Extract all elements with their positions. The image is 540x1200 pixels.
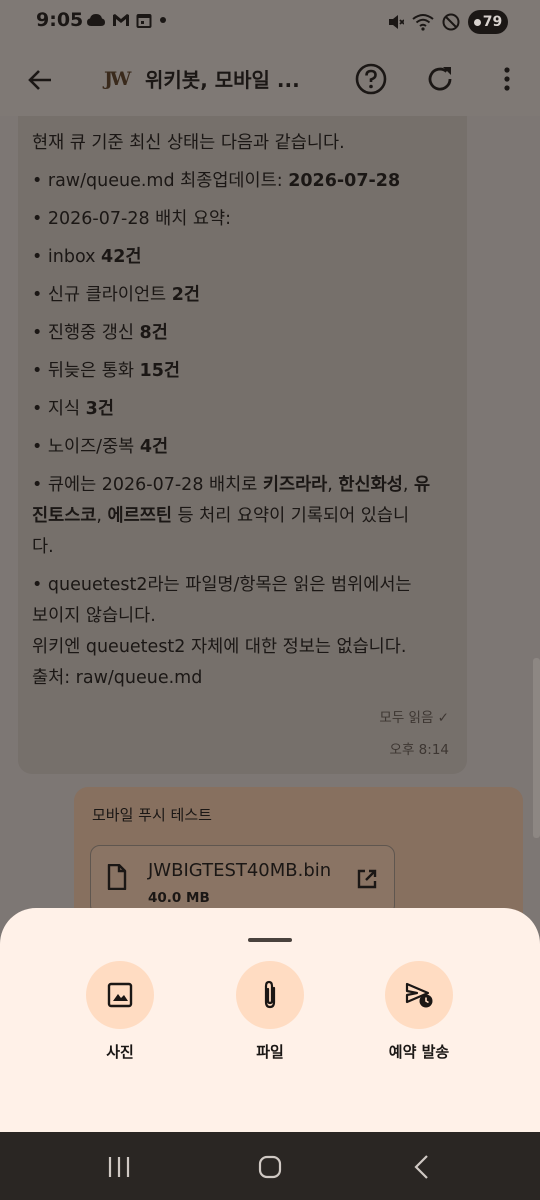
updated-prefix: • raw/queue.md 최종업데이트: <box>32 171 289 191</box>
system-back-button[interactable] <box>407 1152 437 1182</box>
home-button[interactable] <box>255 1152 285 1182</box>
paperclip-icon <box>264 980 276 1009</box>
file-button[interactable]: 파일 <box>220 961 320 1071</box>
help-circle-icon <box>355 63 387 95</box>
read-status: 모두 읽음 ✓ <box>379 710 449 726</box>
back-icon <box>414 1155 428 1179</box>
schedule-send-button[interactable]: 예약 발송 <box>369 961 469 1071</box>
help-button[interactable] <box>354 62 388 96</box>
summary-item: • 노이즈/중복 4건 <box>32 437 169 457</box>
open-external-icon[interactable] <box>356 868 378 890</box>
app-bar: JW 위키봇, 모바일 ... <box>0 44 540 116</box>
queuetest-line-1: • queuetest2라는 파일명/항목은 읽은 범위에서는 <box>32 575 412 595</box>
updated-date: 2026-07-28 <box>288 171 401 191</box>
status-time: 9:05 <box>36 9 84 31</box>
gmail-icon <box>113 14 129 26</box>
more-vertical-icon <box>504 67 510 91</box>
photo-button-circle[interactable] <box>86 961 154 1029</box>
message-batch-summary: • 2026-07-28 배치 요약: <box>32 209 232 229</box>
recent-apps-icon <box>108 1157 130 1177</box>
home-icon <box>258 1155 282 1179</box>
battery-icon <box>473 18 481 26</box>
file-size: 40.0 MB <box>148 890 210 906</box>
back-button[interactable] <box>22 62 58 98</box>
battery-level: 79 <box>482 14 503 30</box>
summary-item: • 진행중 갱신 8건 <box>32 323 168 343</box>
file-icon <box>107 864 127 890</box>
refresh-button[interactable] <box>423 62 457 96</box>
summary-item: • 지식 3건 <box>32 399 114 419</box>
queue-line-2: 진토스코, 에르쯔틴 등 처리 요약이 기록되어 있습니 <box>32 506 410 526</box>
image-icon <box>107 982 133 1008</box>
schedule-send-button-circle[interactable] <box>385 961 453 1029</box>
more-options-button[interactable] <box>492 62 522 96</box>
source-line: 출처: raw/queue.md <box>32 668 203 688</box>
drag-handle[interactable] <box>248 938 292 942</box>
dot-icon <box>160 17 166 23</box>
queuetest-line-2: 보이지 않습니다. <box>32 606 156 626</box>
recent-apps-button[interactable] <box>104 1152 134 1182</box>
message-intro: 현재 큐 기준 최신 상태는 다음과 같습니다. <box>32 133 345 153</box>
system-nav-bar <box>0 1132 540 1200</box>
summary-item: • 신규 클라이언트 2건 <box>32 285 200 305</box>
message-updated-line: • raw/queue.md 최종업데이트: 2026-07-28 <box>32 166 462 197</box>
status-bar: 9:05 79 <box>0 0 540 44</box>
bot-message-bubble: 현재 큐 기준 최신 상태는 다음과 같습니다. • raw/queue.md … <box>18 116 467 774</box>
status-left-icons <box>86 12 168 28</box>
message-time: 오후 8:14 <box>389 742 449 758</box>
scrollbar[interactable] <box>533 658 540 838</box>
queue-line-1: • 큐에는 2026-07-28 배치로 키즈라라, 한신화성, 유 <box>32 475 431 495</box>
photo-label: 사진 <box>106 1043 134 1061</box>
summary-item: • 뒤늦은 통화 15건 <box>32 361 180 381</box>
arrow-left-icon <box>28 70 51 90</box>
dnd-icon <box>442 13 460 31</box>
queue-line-3: 다. <box>32 537 54 557</box>
file-label: 파일 <box>256 1043 284 1061</box>
app-logo: JW <box>104 68 131 90</box>
user-message-text: 모바일 푸시 테스트 <box>92 806 212 824</box>
wiki-line: 위키엔 queuetest2 자체에 대한 정보는 없습니다. <box>32 637 407 657</box>
status-right-icons: 79 <box>388 10 508 34</box>
photo-button[interactable]: 사진 <box>70 961 170 1071</box>
battery-indicator: 79 <box>468 10 508 34</box>
wifi-icon <box>412 14 434 31</box>
attachment-bottom-sheet: 사진 파일 예약 발송 <box>0 908 540 1132</box>
chat-title[interactable]: 위키봇, 모바일 ... <box>145 64 320 93</box>
schedule-send-label: 예약 발송 <box>388 1043 450 1061</box>
cloud-icon <box>87 14 105 26</box>
file-name: JWBIGTEST40MB.bin <box>148 860 332 881</box>
schedule-send-icon <box>405 982 433 1008</box>
mute-icon <box>389 15 404 29</box>
calendar-icon <box>136 14 152 28</box>
refresh-icon <box>428 67 452 91</box>
file-button-circle[interactable] <box>236 961 304 1029</box>
summary-item: • inbox 42건 <box>32 247 142 267</box>
file-attachment-card[interactable]: JWBIGTEST40MB.bin 40.0 MB <box>90 845 395 915</box>
